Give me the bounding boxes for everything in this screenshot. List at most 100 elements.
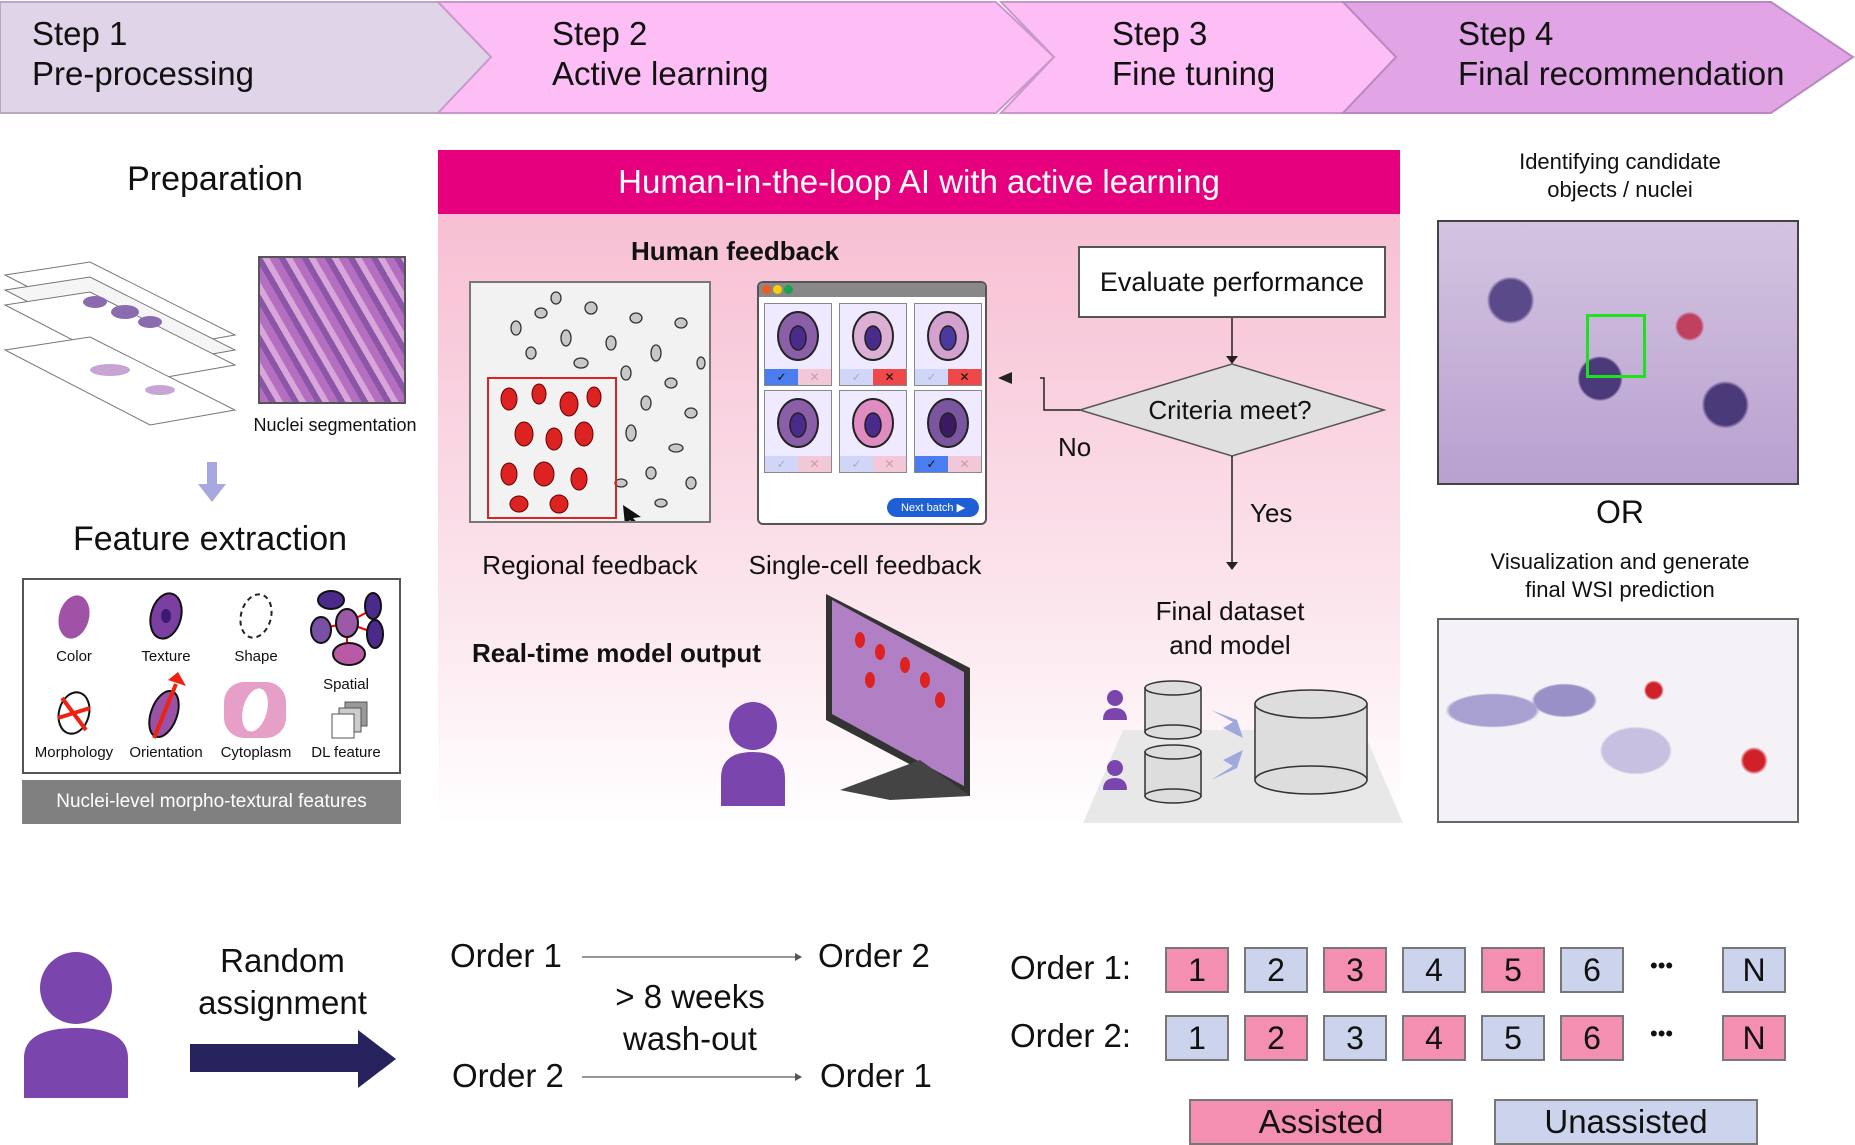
texture-icon	[149, 592, 183, 640]
feature-cytoplasm: Cytoplasm	[220, 744, 292, 761]
case-unassisted: 6	[1560, 947, 1624, 993]
selection-rectangle	[487, 377, 617, 519]
case-unassisted: 2	[1244, 947, 1308, 993]
nuclei-segmentation-label: Nuclei segmentation	[253, 415, 417, 435]
cell-icon	[777, 311, 819, 361]
crossover-from-1: Order 1	[450, 937, 562, 974]
feature-dl: DL feature	[311, 744, 381, 761]
cell-icon	[852, 398, 894, 448]
case-assisted: 3	[1323, 947, 1387, 993]
order-row-label: Order 1:	[1010, 949, 1132, 986]
accept-button[interactable]: ✓	[840, 369, 873, 385]
human-feedback-title: Human feedback	[630, 236, 840, 266]
candidate-highlight-box	[1586, 314, 1646, 378]
cell-card: ✓ ✕	[764, 303, 832, 386]
hitl-banner: Human-in-the-loop AI with active learnin…	[438, 150, 1400, 214]
cell-card: ✓ ✕	[839, 303, 907, 386]
ellipsis: •••	[1650, 953, 1674, 978]
case-assisted: 5	[1481, 947, 1545, 993]
feature-morphology: Morphology	[34, 744, 114, 761]
feature-color: Color	[56, 648, 92, 665]
accept-button[interactable]: ✓	[765, 456, 798, 472]
down-arrow-icon	[198, 462, 226, 509]
step-3-name: Fine tuning	[1112, 55, 1276, 92]
criteria-label: Criteria meet?	[1148, 395, 1312, 425]
crossover-to-1: Order 2	[818, 937, 930, 974]
step-1-number: Step 1	[32, 15, 128, 52]
window-titlebar	[759, 283, 985, 297]
realtime-output-title: Real-time model output	[472, 638, 761, 668]
reader-icon	[24, 952, 128, 1098]
case-unassisted: 4	[1402, 947, 1466, 993]
case-unassisted: 3	[1323, 1015, 1387, 1061]
yes-label: Yes	[1250, 498, 1293, 528]
legend-unassisted: Unassisted	[1494, 1099, 1758, 1145]
single-cell-feedback-label: Single-cell feedback	[748, 550, 982, 580]
slide-stack-illustration	[3, 261, 237, 426]
regional-feedback-panel	[469, 281, 711, 523]
shape-icon	[239, 593, 273, 639]
reject-button[interactable]: ✕	[873, 369, 906, 385]
features-caption: Nuclei-level morpho-textural features	[22, 780, 401, 824]
feature-extraction-title: Feature extraction	[72, 520, 348, 558]
accept-button[interactable]: ✓	[765, 369, 798, 385]
reject-button[interactable]: ✕	[948, 456, 981, 472]
or-label: OR	[1596, 494, 1644, 530]
case-assisted: 1	[1165, 947, 1229, 993]
wsi-prediction-image	[1437, 618, 1799, 823]
accept-button[interactable]: ✓	[915, 369, 948, 385]
case-unassisted: 1	[1165, 1015, 1229, 1061]
visualize-label: Visualization and generate final WSI pre…	[1490, 549, 1750, 602]
single-cell-feedback-window: ✓ ✕ ✓ ✕ ✓ ✕ ✓ ✕ ✓ ✕ ✓ ✕ Next batch ▶	[757, 281, 987, 525]
step-4-name: Final recommendation	[1458, 55, 1785, 92]
user-icon	[721, 702, 785, 806]
feature-spatial: Spatial	[323, 676, 369, 693]
step-4-chevron: Step 4 Final recommendation	[1341, 0, 1855, 115]
left-arrow-icon	[998, 372, 1012, 384]
identify-label: Identifying candidate objects / nuclei	[1519, 149, 1721, 202]
legend-assisted: Assisted	[1189, 1099, 1453, 1145]
next-batch-button[interactable]: Next batch ▶	[887, 498, 979, 517]
minimize-dot-icon	[773, 285, 782, 294]
reject-button[interactable]: ✕	[948, 369, 981, 385]
final-dataset-label: Final dataset and model	[1155, 596, 1305, 660]
step-1-chevron: Step 1 Pre-processing	[0, 0, 500, 115]
cell-card: ✓ ✕	[914, 303, 982, 386]
order-row-label: Order 2:	[1010, 1017, 1132, 1054]
case-unassisted: N	[1722, 947, 1786, 993]
step-4-number: Step 4	[1458, 15, 1554, 52]
cytoplasm-icon	[224, 682, 286, 738]
monitor-illustration	[826, 594, 970, 800]
ellipsis: •••	[1650, 1021, 1674, 1046]
step-3-number: Step 3	[1112, 15, 1208, 52]
cell-card: ✓ ✕	[839, 390, 907, 473]
case-assisted: 2	[1244, 1015, 1308, 1061]
features-panel: Color Texture Shape Spatial Morphology O…	[22, 578, 401, 774]
evaluate-performance-box: Evaluate performance	[1078, 246, 1386, 318]
reject-button[interactable]: ✕	[798, 456, 831, 472]
step-2-name: Active learning	[552, 55, 769, 92]
accept-button[interactable]: ✓	[840, 456, 873, 472]
close-dot-icon	[762, 285, 771, 294]
dl-feature-icon	[331, 701, 368, 739]
selected-nuclei	[500, 383, 602, 514]
spatial-icon	[310, 590, 384, 666]
cell-icon	[927, 311, 969, 361]
case-assisted: 4	[1402, 1015, 1466, 1061]
accept-button[interactable]: ✓	[915, 456, 948, 472]
dataset-illustration	[1083, 680, 1403, 823]
assignment-arrow-icon	[190, 1030, 396, 1088]
cell-icon	[777, 398, 819, 448]
case-assisted: N	[1722, 1015, 1786, 1061]
flow-connectors	[1040, 318, 1387, 570]
feature-texture: Texture	[141, 648, 191, 665]
reject-button[interactable]: ✕	[873, 456, 906, 472]
step-1-name: Pre-processing	[32, 55, 254, 92]
maximize-dot-icon	[784, 285, 793, 294]
step-2-number: Step 2	[552, 15, 648, 52]
washout-label: > 8 weeks wash-out	[615, 978, 765, 1057]
regional-feedback-label: Regional feedback	[482, 550, 698, 580]
candidate-nuclei-image	[1437, 220, 1799, 485]
orientation-icon	[148, 672, 186, 739]
reject-button[interactable]: ✕	[798, 369, 831, 385]
